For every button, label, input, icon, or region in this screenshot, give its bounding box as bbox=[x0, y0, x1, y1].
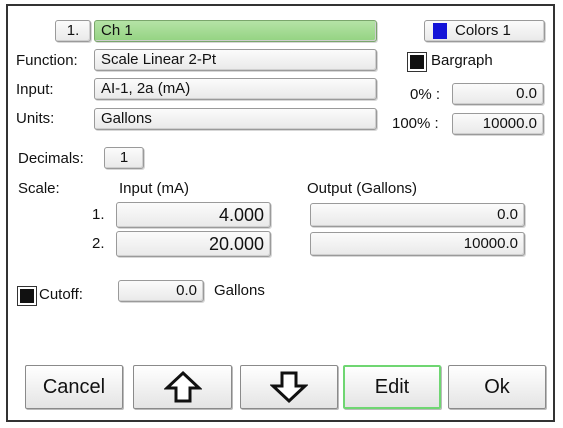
ok-label: Ok bbox=[484, 376, 510, 398]
function-value: Scale Linear 2-Pt bbox=[101, 51, 217, 68]
scale-input-1-value: 4.000 bbox=[218, 205, 264, 225]
cutoff-label: Cutoff: bbox=[39, 286, 83, 303]
channel-name-text: Ch 1 bbox=[101, 22, 133, 39]
scale-input-1-field[interactable]: 4.000 bbox=[116, 202, 271, 228]
cancel-label: Cancel bbox=[42, 376, 106, 398]
units-field[interactable]: Gallons bbox=[94, 108, 377, 130]
decimals-value: 1 bbox=[119, 149, 129, 166]
scroll-down-button[interactable] bbox=[240, 365, 338, 409]
bargraph-zero-value: 0.0 bbox=[516, 85, 537, 102]
scale-output-2-value: 10000.0 bbox=[463, 235, 518, 252]
colors-button[interactable]: Colors 1 bbox=[424, 20, 545, 42]
bargraph-full-label: 100% : bbox=[392, 115, 439, 132]
ok-button[interactable]: Ok bbox=[448, 365, 546, 409]
bargraph-checkbox[interactable] bbox=[407, 52, 427, 72]
bargraph-full-value: 10000.0 bbox=[482, 115, 537, 132]
scale-row-index: 1. bbox=[92, 206, 105, 223]
input-field[interactable]: AI-1, 2a (mA) bbox=[94, 78, 377, 100]
channel-number-text: 1. bbox=[66, 22, 80, 39]
cancel-button[interactable]: Cancel bbox=[25, 365, 123, 409]
units-label: Units: bbox=[16, 110, 55, 127]
input-value: AI-1, 2a (mA) bbox=[101, 80, 191, 97]
edit-label: Edit bbox=[374, 376, 410, 398]
scale-input-header: Input (mA) bbox=[119, 180, 190, 197]
scale-output-1-field[interactable]: 0.0 bbox=[310, 203, 525, 227]
function-label: Function: bbox=[16, 52, 78, 69]
edit-button[interactable]: Edit bbox=[343, 365, 441, 409]
scale-output-2-field[interactable]: 10000.0 bbox=[310, 232, 525, 256]
input-label: Input: bbox=[16, 81, 54, 98]
scroll-up-button[interactable] bbox=[133, 365, 232, 409]
down-arrow-icon bbox=[270, 371, 308, 404]
function-field[interactable]: Scale Linear 2-Pt bbox=[94, 49, 377, 71]
scale-input-2-value: 20.000 bbox=[208, 234, 264, 254]
scale-row-index: 2. bbox=[92, 235, 105, 252]
scale-output-header: Output (Gallons) bbox=[307, 180, 418, 197]
units-value: Gallons bbox=[101, 110, 152, 127]
cutoff-checkbox[interactable] bbox=[17, 286, 37, 306]
bargraph-zero-label: 0% : bbox=[410, 86, 441, 103]
cutoff-field[interactable]: 0.0 bbox=[118, 280, 204, 302]
bargraph-full-field[interactable]: 10000.0 bbox=[452, 113, 544, 135]
channel-name-field[interactable]: Ch 1 bbox=[94, 20, 377, 42]
colors-label: Colors 1 bbox=[455, 22, 511, 39]
channel-number-field[interactable]: 1. bbox=[55, 20, 91, 42]
scale-label: Scale: bbox=[18, 180, 60, 197]
up-arrow-icon bbox=[163, 370, 202, 403]
bargraph-label: Bargraph bbox=[431, 52, 493, 69]
decimals-field[interactable]: 1 bbox=[104, 147, 144, 169]
scale-output-1-value: 0.0 bbox=[497, 206, 518, 223]
decimals-label: Decimals: bbox=[18, 150, 84, 167]
bargraph-zero-field[interactable]: 0.0 bbox=[452, 83, 544, 105]
color-swatch-icon bbox=[433, 23, 447, 39]
scale-input-2-field[interactable]: 20.000 bbox=[116, 231, 271, 257]
cutoff-value: 0.0 bbox=[176, 282, 197, 299]
cutoff-units: Gallons bbox=[214, 282, 265, 299]
